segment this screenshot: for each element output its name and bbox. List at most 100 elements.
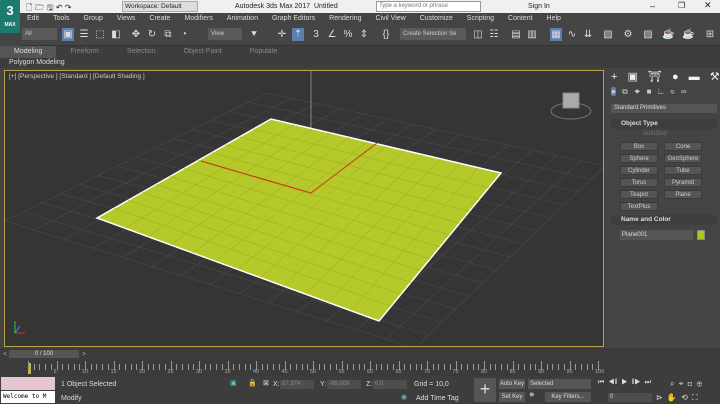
script-listener-output[interactable]: Welcome to M — [1, 391, 55, 403]
schematic-view-icon[interactable]: ⇊ — [582, 28, 594, 41]
pyramid-button[interactable]: Pyramid — [664, 178, 702, 187]
render-iterative-icon[interactable]: ☕ — [682, 28, 694, 41]
app-logo[interactable]: 3 MAX — [0, 0, 20, 33]
keyboard-shortcut-icon[interactable]: ✛ — [276, 28, 288, 41]
set-key-icon[interactable]: + — [474, 378, 496, 402]
select-object-icon[interactable]: ▣ — [62, 28, 74, 41]
viewport-navigation-icons[interactable]: ⌕ ⌖ ⊡ ⊕ — [670, 379, 702, 389]
tab-freeform[interactable]: Freeform — [56, 46, 112, 58]
track-bar[interactable]: 5 10 15 20 25 30 35 40 45 50 55 60 65 70 75 80 85 90 95 100 — [0, 361, 604, 376]
menu-help[interactable]: Help — [540, 13, 568, 24]
scale-icon[interactable]: ⧉ — [162, 28, 174, 41]
menu-modifiers[interactable]: Modifiers — [177, 13, 219, 24]
percent-snap-icon[interactable]: % — [342, 28, 354, 41]
snap-toggle-icon[interactable]: ⇡ — [292, 28, 304, 41]
menu-scripting[interactable]: Scripting — [460, 13, 501, 24]
lock-icon[interactable]: 🔒 — [248, 379, 257, 387]
name-and-color-rollout[interactable]: Name and Color — [611, 215, 717, 225]
menu-tools[interactable]: Tools — [46, 13, 76, 24]
selection-region-icon[interactable]: ⬚ — [94, 28, 106, 41]
named-selection-dropdown[interactable]: Create Selection Se — [400, 28, 466, 40]
maximize-button[interactable]: ❐ — [678, 1, 685, 10]
time-tag-icon[interactable]: ◉ — [401, 393, 407, 401]
rendered-frame-icon[interactable]: ▨ — [642, 28, 654, 41]
edit-named-selection-icon[interactable]: {} — [380, 28, 392, 41]
search-input[interactable]: Type a keyword or phrase — [376, 1, 481, 12]
sign-in-button[interactable]: Sign In — [528, 3, 550, 10]
sphere-button[interactable]: Sphere — [620, 154, 658, 163]
y-coordinate-input[interactable]: -86,009 — [327, 380, 361, 389]
auto-key-button[interactable]: Auto Key — [499, 379, 525, 389]
time-slider-prev[interactable]: < — [3, 351, 7, 358]
absolute-mode-icon[interactable]: ⊠ — [263, 379, 269, 387]
rotate-icon[interactable]: ↻ — [146, 28, 158, 41]
placement-icon[interactable]: ◔ — [178, 28, 190, 41]
menu-animation[interactable]: Animation — [220, 13, 265, 24]
autogrid-checkbox[interactable]: AutoGrid — [643, 131, 667, 137]
teapot-button[interactable]: Teapot — [620, 190, 658, 199]
key-filters-button[interactable]: Key Filters... — [545, 392, 591, 402]
menu-rendering[interactable]: Rendering — [322, 13, 368, 24]
torus-button[interactable]: Torus — [620, 178, 658, 187]
ribbon-toggle-icon[interactable]: ▦ — [550, 28, 562, 41]
menu-edit[interactable]: Edit — [20, 13, 46, 24]
spinner-snap-icon[interactable]: ⇕ — [358, 28, 370, 41]
menu-content[interactable]: Content — [501, 13, 540, 24]
close-button[interactable]: ✕ — [704, 0, 712, 11]
render-setup-icon[interactable]: ⚙ — [622, 28, 634, 41]
workspace-dropdown[interactable]: Workspace: Default — [122, 1, 198, 12]
menu-civil-view[interactable]: Civil View — [368, 13, 412, 24]
perspective-viewport[interactable]: [+] [Perspective ] [Standard ] [Default … — [4, 70, 604, 347]
isolate-selection-icon[interactable]: ▣ — [230, 379, 237, 387]
select-by-name-icon[interactable]: ☰ — [78, 28, 90, 41]
menu-customize[interactable]: Customize — [413, 13, 460, 24]
minimize-button[interactable]: – — [650, 1, 655, 11]
tab-populate[interactable]: Populate — [236, 46, 292, 58]
object-name-input[interactable]: Plane001 — [620, 230, 693, 240]
command-panel-tabs[interactable]: + ▣ ⛩ ● ▬ ⚒ — [611, 70, 720, 83]
x-coordinate-input[interactable]: 87,374 — [280, 380, 314, 389]
current-frame-input[interactable]: 0 — [608, 393, 652, 402]
3d-snap-icon[interactable]: 3 — [310, 28, 322, 41]
primitive-type-dropdown[interactable]: Standard Primitives — [611, 104, 717, 113]
object-type-rollout[interactable]: Object Type — [611, 119, 717, 129]
box-button[interactable]: Box — [620, 142, 658, 151]
key-mode-dropdown[interactable]: Selected — [528, 379, 591, 389]
cone-button[interactable]: Cone — [664, 142, 702, 151]
a360-icon[interactable]: ⊞ — [704, 28, 716, 41]
viewport-navigation-icons-2[interactable]: ⊳ ✋ ⟲ ⛶ — [656, 393, 698, 403]
reference-coordinate-dropdown[interactable]: View — [208, 28, 242, 40]
align-icon[interactable]: ☷ — [488, 28, 500, 41]
plane-button[interactable]: Plane — [664, 190, 702, 199]
tab-modeling[interactable]: Modeling — [0, 46, 57, 58]
maxscript-mini-listener[interactable] — [1, 377, 55, 390]
angle-snap-icon[interactable]: ∠ — [326, 28, 338, 41]
window-crossing-icon[interactable]: ◧ — [110, 28, 122, 41]
menu-group[interactable]: Group — [76, 13, 109, 24]
add-time-tag[interactable]: Add Time Tag — [416, 395, 459, 402]
tube-button[interactable]: Tube — [664, 166, 702, 175]
key-filters-icon[interactable]: ⛯ — [529, 392, 535, 400]
time-slider-next[interactable]: > — [82, 351, 86, 358]
geosphere-button[interactable]: GeoSphere — [664, 154, 702, 163]
mirror-icon[interactable]: ◫ — [472, 28, 484, 41]
material-editor-icon[interactable]: ▧ — [602, 28, 614, 41]
selection-filter-dropdown[interactable]: All — [22, 28, 57, 40]
pivot-icon[interactable]: ⯆ — [248, 28, 260, 41]
playback-controls[interactable]: ⏮ ◀‖ ▶ ‖▶ ⏭ — [598, 379, 651, 387]
menu-views[interactable]: Views — [110, 13, 143, 24]
tab-object-paint[interactable]: Object Paint — [170, 46, 236, 58]
scene-explorer-icon[interactable]: ▤ — [510, 28, 522, 41]
menu-create[interactable]: Create — [142, 13, 177, 24]
time-slider[interactable]: 0 / 100 — [9, 350, 79, 358]
menu-graph-editors[interactable]: Graph Editors — [265, 13, 322, 24]
create-category-icons[interactable]: ● ⧉ ✦ ■ ◺ ≋ ∞ — [611, 87, 687, 97]
tab-selection[interactable]: Selection — [113, 46, 170, 58]
object-color-swatch[interactable] — [697, 230, 705, 240]
render-production-icon[interactable]: ☕ — [662, 28, 674, 41]
z-coordinate-input[interactable]: 0,0 — [373, 380, 407, 389]
polygon-modeling-label[interactable]: Polygon Modeling — [0, 59, 65, 66]
move-icon[interactable]: ✥ — [130, 28, 142, 41]
textplus-button[interactable]: TextPlus — [620, 202, 658, 211]
cylinder-button[interactable]: Cylinder — [620, 166, 658, 175]
